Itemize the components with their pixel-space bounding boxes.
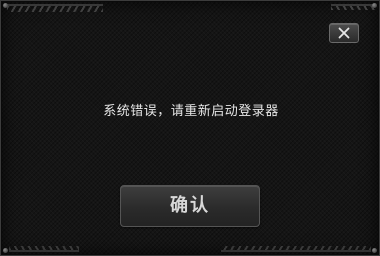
rivet-decoration [3, 248, 8, 253]
confirm-button[interactable]: 确认 [120, 185, 260, 227]
error-dialog: 系统错误，请重新启动登录器 确认 [0, 0, 380, 256]
rivet-decoration [3, 3, 8, 8]
rivet-decoration [372, 3, 377, 8]
frame-accent-bottom-left [9, 246, 79, 252]
rivet-decoration [372, 248, 377, 253]
close-button[interactable] [329, 23, 359, 43]
frame-accent-bottom-right [221, 246, 371, 252]
frame-accent-top-right [331, 4, 375, 10]
frame-accent-top-left [7, 4, 103, 12]
close-icon [338, 27, 350, 39]
confirm-button-label: 确认 [170, 195, 210, 216]
error-message: 系统错误，请重新启动登录器 [103, 104, 279, 119]
